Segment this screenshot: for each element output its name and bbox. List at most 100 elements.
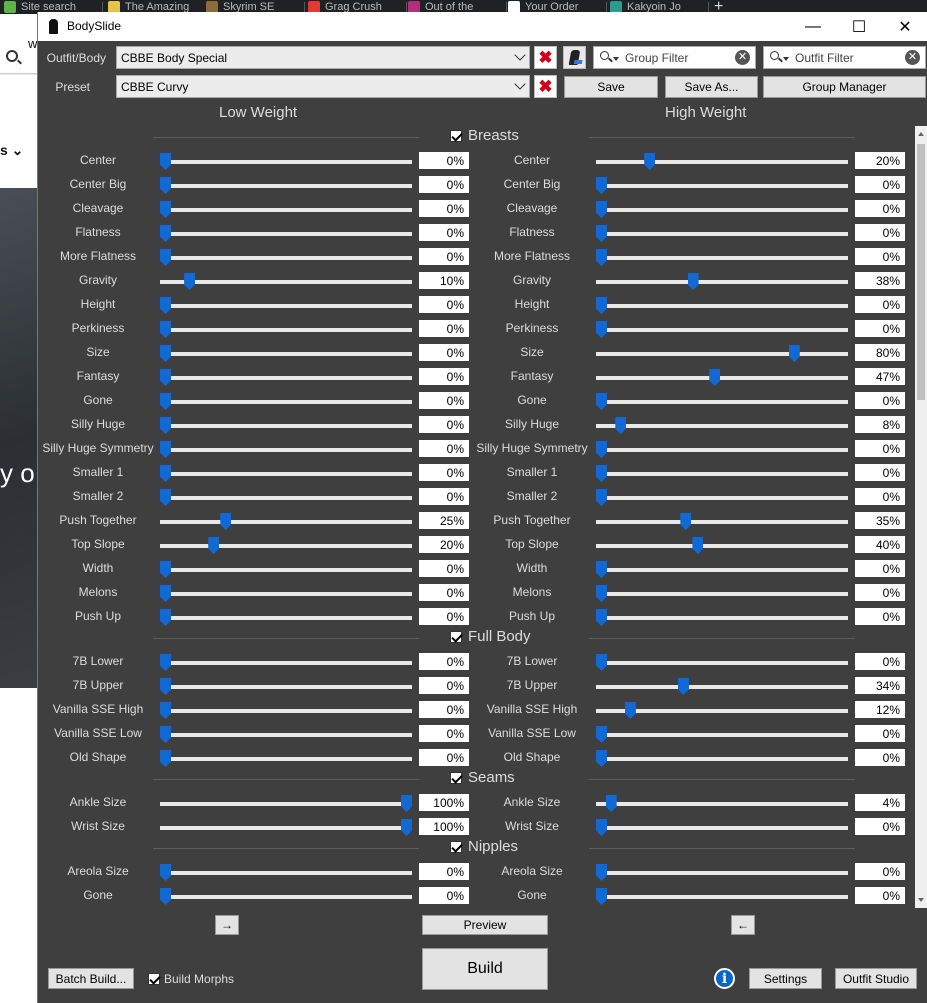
- high-weight-slider-thumb[interactable]: [596, 864, 607, 881]
- high-weight-value-field[interactable]: 0%: [855, 584, 905, 601]
- low-weight-slider-thumb[interactable]: [160, 249, 171, 266]
- save-as-button[interactable]: Save As...: [665, 76, 758, 98]
- high-weight-slider-track[interactable]: [596, 568, 848, 572]
- low-weight-slider-track[interactable]: [160, 424, 412, 428]
- scroll-up-icon[interactable]: [918, 132, 924, 136]
- low-weight-slider-thumb[interactable]: [160, 489, 171, 506]
- low-weight-slider-track[interactable]: [160, 871, 412, 875]
- low-weight-value-field[interactable]: 0%: [419, 887, 469, 904]
- high-weight-slider-thumb[interactable]: [615, 417, 627, 434]
- low-weight-value-field[interactable]: 0%: [419, 344, 469, 361]
- low-weight-slider-track[interactable]: [160, 733, 412, 737]
- low-weight-slider-thumb[interactable]: [220, 513, 232, 530]
- low-weight-value-field[interactable]: 0%: [419, 200, 469, 217]
- high-weight-value-field[interactable]: 0%: [855, 440, 905, 457]
- low-weight-slider-thumb[interactable]: [160, 654, 171, 671]
- low-weight-slider-track[interactable]: [160, 520, 412, 524]
- low-weight-slider-track[interactable]: [160, 352, 412, 356]
- low-weight-value-field[interactable]: 0%: [419, 152, 469, 169]
- low-weight-slider-thumb[interactable]: [160, 609, 171, 626]
- high-weight-slider-thumb[interactable]: [596, 819, 607, 836]
- low-weight-slider-track[interactable]: [160, 568, 412, 572]
- low-weight-slider-thumb[interactable]: [160, 225, 171, 242]
- high-weight-slider-thumb[interactable]: [596, 750, 607, 767]
- high-weight-value-field[interactable]: 0%: [855, 725, 905, 742]
- low-weight-slider-track[interactable]: [160, 376, 412, 380]
- high-weight-slider-track[interactable]: [596, 184, 848, 188]
- high-weight-slider-track[interactable]: [596, 304, 848, 308]
- high-weight-value-field[interactable]: 0%: [855, 887, 905, 904]
- high-weight-value-field[interactable]: 35%: [855, 512, 905, 529]
- low-weight-slider-track[interactable]: [160, 304, 412, 308]
- high-weight-slider-thumb[interactable]: [596, 441, 607, 458]
- low-weight-slider-track[interactable]: [160, 280, 412, 284]
- high-weight-slider-track[interactable]: [596, 733, 848, 737]
- group-manager-button[interactable]: Group Manager: [763, 76, 926, 98]
- clear-outfit-filter-icon[interactable]: ✕: [905, 50, 920, 65]
- settings-button[interactable]: Settings: [749, 968, 822, 989]
- build-button[interactable]: Build: [422, 948, 548, 990]
- high-weight-slider-track[interactable]: [596, 826, 848, 830]
- group-filter-input[interactable]: Group Filter ✕: [593, 46, 756, 69]
- high-weight-slider-thumb[interactable]: [596, 561, 607, 578]
- low-weight-slider-thumb[interactable]: [160, 297, 171, 314]
- high-weight-slider-thumb[interactable]: [605, 795, 617, 812]
- low-weight-value-field[interactable]: 0%: [419, 653, 469, 670]
- low-weight-slider-thumb[interactable]: [160, 177, 171, 194]
- low-weight-value-field[interactable]: 100%: [419, 818, 469, 835]
- high-weight-slider-thumb[interactable]: [788, 345, 800, 362]
- low-weight-value-field[interactable]: 0%: [419, 749, 469, 766]
- batch-build-button[interactable]: Batch Build...: [48, 968, 134, 989]
- low-weight-value-field[interactable]: 100%: [419, 794, 469, 811]
- high-weight-slider-thumb[interactable]: [687, 273, 699, 290]
- low-weight-slider-track[interactable]: [160, 709, 412, 713]
- high-weight-slider-thumb[interactable]: [596, 726, 607, 743]
- low-weight-slider-thumb[interactable]: [401, 795, 412, 812]
- high-weight-value-field[interactable]: 0%: [855, 863, 905, 880]
- high-weight-slider-track[interactable]: [596, 256, 848, 260]
- low-weight-value-field[interactable]: 0%: [419, 296, 469, 313]
- low-weight-value-field[interactable]: 0%: [419, 464, 469, 481]
- high-weight-value-field[interactable]: 47%: [855, 368, 905, 385]
- low-weight-slider-thumb[interactable]: [160, 585, 171, 602]
- high-weight-slider-thumb[interactable]: [596, 249, 607, 266]
- low-weight-slider-thumb[interactable]: [184, 273, 196, 290]
- section-checkbox[interactable]: [450, 771, 462, 784]
- high-weight-slider-track[interactable]: [596, 160, 848, 164]
- high-weight-slider-track[interactable]: [596, 208, 848, 212]
- low-weight-value-field[interactable]: 0%: [419, 488, 469, 505]
- high-weight-value-field[interactable]: 4%: [855, 794, 905, 811]
- low-weight-value-field[interactable]: 0%: [419, 368, 469, 385]
- high-weight-slider-track[interactable]: [596, 871, 848, 875]
- close-window-button[interactable]: ✕: [882, 12, 927, 41]
- high-weight-value-field[interactable]: 80%: [855, 344, 905, 361]
- preview-button[interactable]: Preview: [422, 915, 548, 935]
- low-weight-value-field[interactable]: 0%: [419, 584, 469, 601]
- high-weight-slider-track[interactable]: [596, 424, 848, 428]
- outfit-studio-button[interactable]: Outfit Studio: [835, 968, 917, 989]
- low-weight-value-field[interactable]: 0%: [419, 725, 469, 742]
- low-weight-slider-thumb[interactable]: [160, 561, 171, 578]
- low-weight-slider-track[interactable]: [160, 802, 412, 806]
- high-weight-slider-track[interactable]: [596, 544, 848, 548]
- low-weight-slider-track[interactable]: [160, 448, 412, 452]
- high-weight-slider-thumb[interactable]: [596, 585, 607, 602]
- low-weight-value-field[interactable]: 0%: [419, 416, 469, 433]
- low-weight-slider-track[interactable]: [160, 256, 412, 260]
- high-weight-slider-thumb[interactable]: [596, 888, 607, 905]
- high-weight-slider-track[interactable]: [596, 328, 848, 332]
- low-weight-slider-thumb[interactable]: [160, 393, 171, 410]
- high-weight-slider-thumb[interactable]: [596, 465, 607, 482]
- low-weight-slider-thumb[interactable]: [160, 345, 171, 362]
- build-morphs-checkbox[interactable]: [148, 973, 160, 985]
- low-weight-slider-track[interactable]: [160, 544, 412, 548]
- high-weight-slider-thumb[interactable]: [596, 489, 607, 506]
- save-button[interactable]: Save: [564, 76, 658, 98]
- low-weight-slider-thumb[interactable]: [160, 678, 171, 695]
- low-weight-value-field[interactable]: 0%: [419, 677, 469, 694]
- clear-group-filter-icon[interactable]: ✕: [735, 50, 750, 65]
- low-weight-slider-track[interactable]: [160, 184, 412, 188]
- high-weight-slider-track[interactable]: [596, 496, 848, 500]
- high-weight-slider-thumb[interactable]: [709, 369, 721, 386]
- high-weight-slider-thumb[interactable]: [644, 153, 656, 170]
